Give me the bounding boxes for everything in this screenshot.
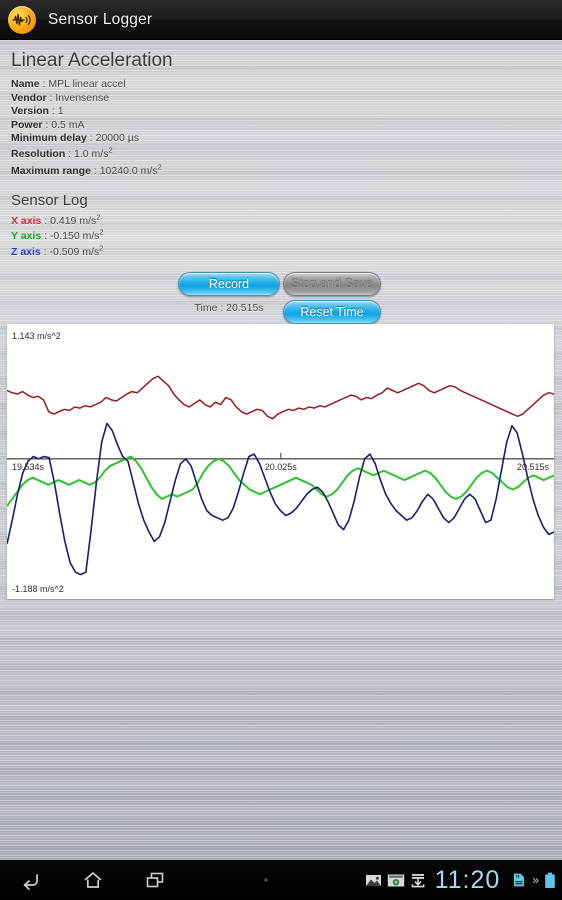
metadata-label: Vendor [11, 91, 47, 104]
battery-icon[interactable] [544, 872, 556, 889]
main-content: Linear Acceleration Name : MPL linear ac… [0, 40, 562, 600]
axis-value: -0.150 m/s [49, 230, 100, 243]
metadata-row-resolution: Resolution : 1.0 m/s2 [11, 145, 113, 160]
recent-apps-icon[interactable] [124, 860, 186, 900]
metadata-label: Resolution [11, 147, 66, 160]
sensor-log-row-z-axis: Z axis : -0.509 m/s2 [11, 243, 104, 258]
metadata-value: 1.0 m/s [74, 147, 109, 160]
back-arrow-icon[interactable] [0, 860, 62, 900]
metadata-value: MPL linear accel [48, 78, 126, 90]
device-screen: Sensor Logger Linear Acceleration Name :… [0, 0, 562, 900]
metadata-label: Name [11, 78, 40, 90]
chart-x-tick-label-mid: 20.025s [265, 462, 298, 472]
nav-indicator-dot [264, 878, 268, 882]
chart-x-tick-label-end: 20.515s [517, 462, 550, 472]
chart-min-value-label: -1.188 m/s^2 [12, 584, 64, 594]
metadata-value: Invensense [55, 91, 110, 104]
axis-label: X axis [11, 214, 42, 227]
chart-x-tick-label-start: 19.534s [12, 462, 45, 472]
axis-value: 0.419 m/s [50, 214, 97, 227]
axis-label: Z axis [11, 245, 41, 258]
page-title: Linear Acceleration [11, 50, 173, 71]
metadata-exponent: 2 [157, 162, 162, 172]
metadata-row-name: Name : MPL linear accel [11, 78, 126, 90]
metadata-value: 20000 µs [95, 132, 140, 145]
metadata-label: Version [11, 105, 49, 118]
control-panel: Record Stop and Save Reset Time Time : 2… [0, 266, 562, 325]
record-button[interactable]: Record [178, 272, 280, 297]
app-title-bar: Sensor Logger [0, 0, 562, 40]
axis-value: -0.509 m/s [49, 245, 100, 258]
sensor-log-row-y-axis: Y axis : -0.150 m/s2 [11, 227, 104, 243]
app-title: Sensor Logger [48, 10, 153, 28]
metadata-label: Maximum range [11, 164, 91, 177]
axis-exponent: 2 [99, 243, 104, 253]
download-icon[interactable] [410, 873, 426, 888]
sensor-log-row-x-axis: X axis : 0.419 m/s2 [11, 212, 101, 227]
metadata-label: Minimum delay [11, 132, 87, 145]
chart-svg: 1.143 m/s^2 -1.188 m/s^2 19.534s 20.025s… [7, 324, 554, 600]
metadata-row-power: Power : 0.5 mA [11, 118, 85, 131]
status-icon-tray: 11:20 » [365, 866, 562, 895]
metadata-row-minimum-delay: Minimum delay : 20000 µs [11, 132, 140, 145]
sensor-log-values: X axis : 0.419 m/s2 Y axis : -0.150 m/s2… [0, 212, 562, 261]
metadata-value: 1 [57, 105, 64, 118]
metadata-value: 0.5 mA [51, 118, 85, 131]
axis-exponent: 2 [99, 227, 104, 237]
sd-card-icon[interactable] [511, 872, 527, 888]
chart-max-value-label: 1.143 m/s^2 [12, 331, 61, 341]
stop-and-save-button: Stop and Save [283, 272, 381, 297]
metadata-row-vendor: Vendor : Invensense [11, 91, 110, 104]
metadata-exponent: 2 [108, 145, 113, 155]
system-navigation-bar: 11:20 » [0, 860, 562, 900]
sensor-metadata-list: Name : MPL linear accel Vendor : Invense… [0, 78, 562, 180]
reset-time-button[interactable]: Reset Time [283, 300, 381, 325]
status-bar-clock: 11:20 [434, 865, 501, 894]
metadata-label: Power [11, 118, 43, 131]
metadata-value: 10240.0 m/s [99, 164, 158, 177]
sensor-log-title: Sensor Log [11, 191, 88, 209]
metadata-row-maximum-range: Maximum range : 10240.0 m/s2 [11, 162, 162, 177]
image-icon[interactable] [365, 873, 382, 888]
home-icon[interactable] [62, 860, 124, 900]
waveform-app-icon[interactable] [8, 5, 36, 34]
screenshot-icon[interactable] [387, 873, 405, 888]
axis-label: Y axis [11, 230, 42, 243]
sensor-chart[interactable]: 1.143 m/s^2 -1.188 m/s^2 19.534s 20.025s… [7, 324, 554, 600]
elapsed-time-label: Time : 20.515s [194, 302, 264, 315]
axis-exponent: 2 [96, 212, 101, 222]
chevron-more-icon[interactable]: » [532, 873, 539, 887]
metadata-row-version: Version : 1 [11, 105, 64, 118]
